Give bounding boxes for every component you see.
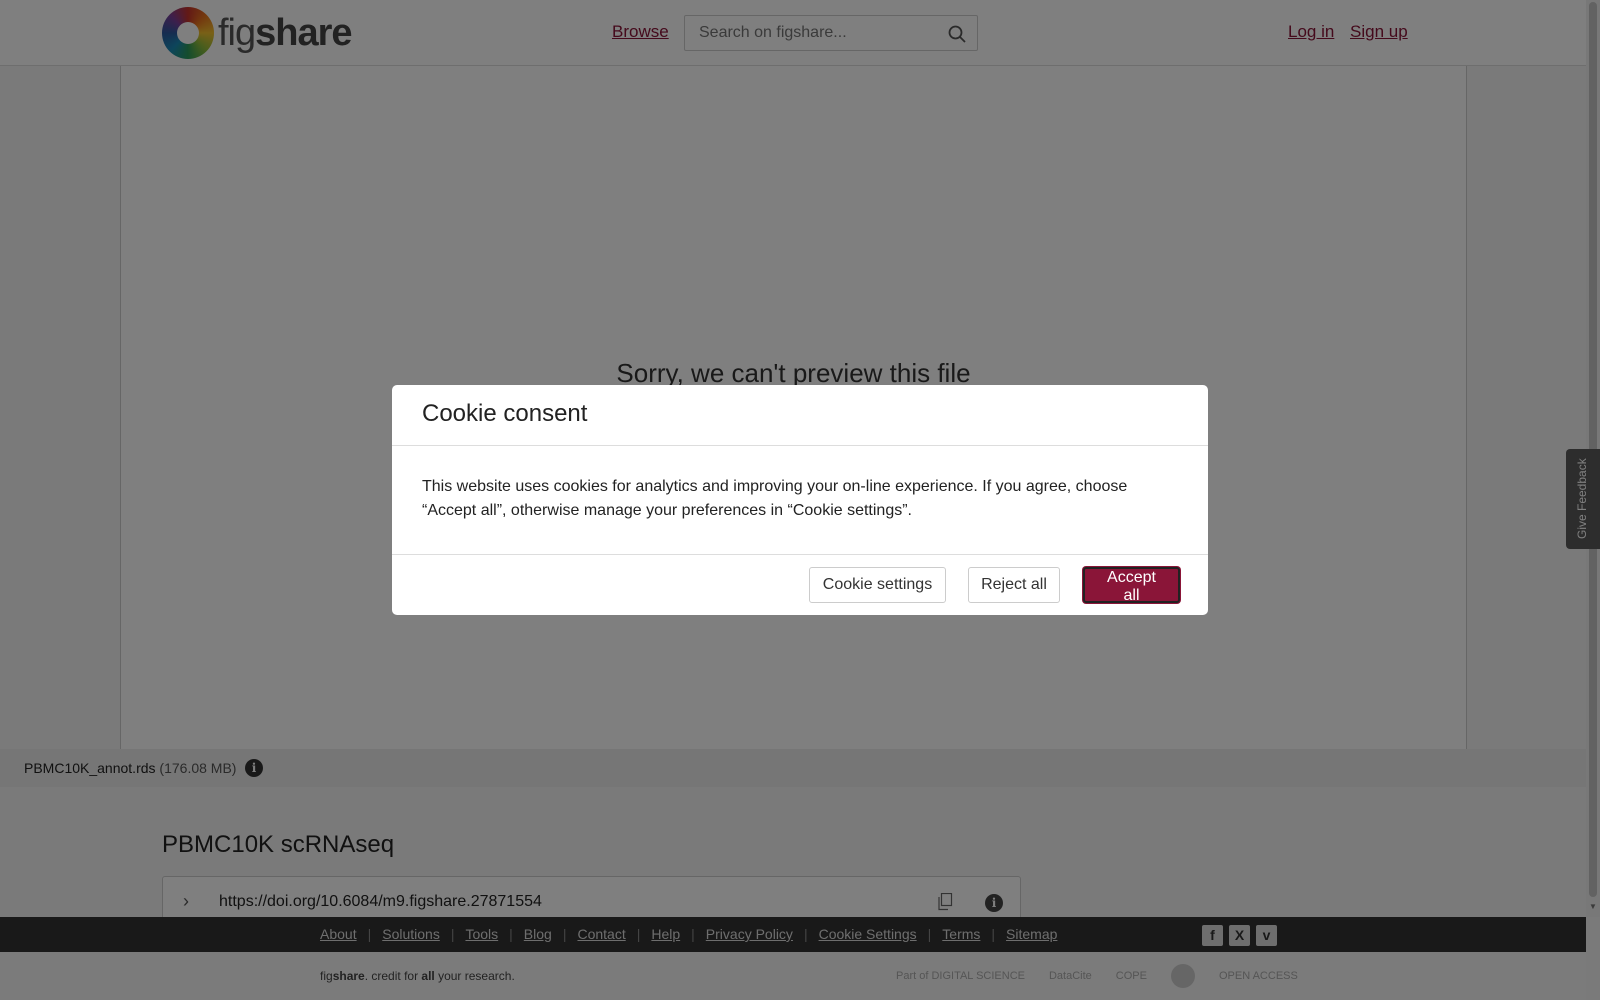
reject-all-button[interactable]: Reject all xyxy=(968,567,1060,603)
modal-title: Cookie consent xyxy=(422,400,588,427)
cookie-settings-button[interactable]: Cookie settings xyxy=(809,567,946,603)
accept-all-button[interactable]: Accept all xyxy=(1083,567,1180,604)
modal-footer: Cookie settings Reject all Accept all xyxy=(392,554,1208,615)
modal-body-text: This website uses cookies for analytics … xyxy=(422,478,1128,519)
cookie-consent-dialog: Cookie consent This website uses cookies… xyxy=(392,385,1208,615)
modal-header: Cookie consent xyxy=(392,385,1208,446)
